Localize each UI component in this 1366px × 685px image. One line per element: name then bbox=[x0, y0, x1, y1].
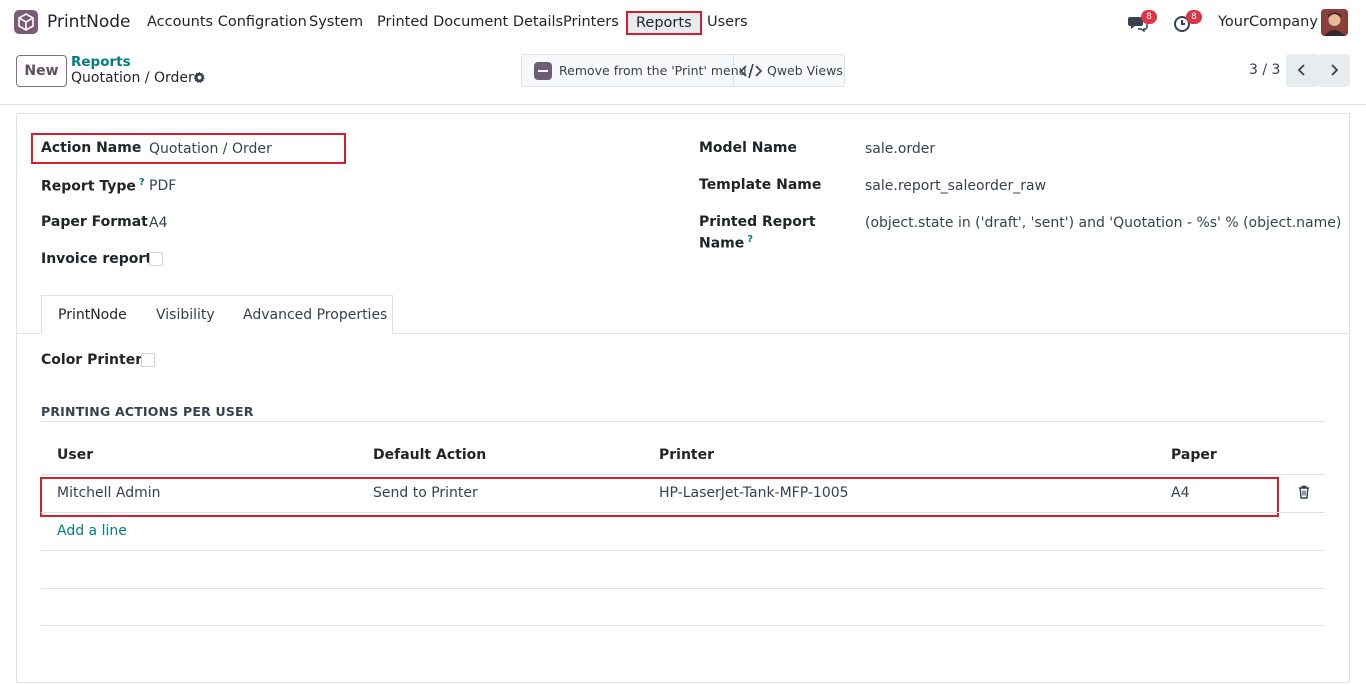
qweb-views-button[interactable]: Qweb Views bbox=[740, 55, 843, 86]
code-icon bbox=[740, 63, 762, 78]
menu-reports[interactable]: Reports bbox=[626, 11, 702, 35]
app-name[interactable]: PrintNode bbox=[47, 12, 130, 32]
menu-printed-document-details[interactable]: Printed Document Details bbox=[377, 14, 563, 30]
printed-report-name-label-text: Name bbox=[699, 235, 745, 252]
new-button[interactable]: New bbox=[16, 55, 67, 87]
model-name-field[interactable]: sale.order bbox=[865, 141, 935, 157]
control-panel-separator bbox=[0, 104, 1366, 105]
paper-format-label: Paper Format bbox=[41, 214, 148, 230]
row-default-action-cell[interactable]: Send to Printer bbox=[373, 485, 478, 501]
minus-square-icon bbox=[534, 61, 552, 80]
chevron-left-icon bbox=[1297, 64, 1305, 76]
invoice-report-label: Invoice report bbox=[41, 251, 153, 267]
breadcrumb-reports-link[interactable]: Reports bbox=[71, 54, 131, 70]
button-divider bbox=[733, 55, 734, 86]
column-header-default-action[interactable]: Default Action bbox=[373, 447, 486, 463]
chevron-right-icon bbox=[1331, 64, 1339, 76]
printed-report-name-label-line2: Name? bbox=[699, 234, 753, 252]
paper-format-field[interactable]: A4 bbox=[149, 215, 167, 231]
company-switcher[interactable]: YourCompany bbox=[1218, 14, 1318, 30]
activities-count-badge: 8 bbox=[1186, 10, 1202, 24]
messages-count-badge: 8 bbox=[1141, 10, 1157, 24]
printed-report-name-field[interactable]: (object.state in ('draft', 'sent') and '… bbox=[865, 215, 1341, 231]
section-separator bbox=[41, 421, 1325, 422]
color-printer-label: Color Printer bbox=[41, 352, 143, 368]
model-name-label: Model Name bbox=[699, 140, 797, 156]
empty-row-separator bbox=[41, 550, 1325, 551]
tab-printnode[interactable]: PrintNode bbox=[41, 295, 141, 334]
column-header-user[interactable]: User bbox=[57, 447, 93, 463]
menu-system[interactable]: System bbox=[309, 14, 363, 30]
invoice-report-checkbox[interactable] bbox=[149, 252, 163, 266]
top-navbar: PrintNode Accounts Configration System P… bbox=[0, 0, 1366, 46]
row-separator bbox=[41, 512, 1325, 513]
menu-printers[interactable]: Printers bbox=[563, 14, 619, 30]
messages-button[interactable]: 8 bbox=[1128, 10, 1157, 36]
color-printer-checkbox[interactable] bbox=[141, 353, 155, 367]
action-button-group: Remove from the 'Print' menu Qweb Views bbox=[521, 54, 845, 87]
table-bottom-border bbox=[41, 625, 1325, 626]
pager-value[interactable]: 3 / 3 bbox=[1249, 62, 1280, 78]
tab-visibility[interactable]: Visibility bbox=[140, 295, 228, 334]
printed-report-name-label-line1: Printed Report bbox=[699, 214, 816, 230]
user-avatar[interactable] bbox=[1321, 9, 1348, 36]
report-type-label: Report Type? bbox=[41, 177, 145, 195]
remove-from-print-menu-button[interactable]: Remove from the 'Print' menu bbox=[534, 55, 747, 86]
form-sheet bbox=[16, 113, 1350, 683]
trash-icon[interactable] bbox=[1298, 485, 1310, 503]
remove-from-print-menu-label: Remove from the 'Print' menu bbox=[559, 63, 747, 78]
table-header-separator bbox=[41, 474, 1325, 475]
menu-accounts-configration[interactable]: Accounts Configration bbox=[147, 14, 307, 30]
menu-users[interactable]: Users bbox=[707, 14, 748, 30]
gear-icon[interactable] bbox=[193, 71, 206, 88]
empty-row-separator bbox=[41, 588, 1325, 589]
column-header-printer[interactable]: Printer bbox=[659, 447, 714, 463]
breadcrumb-current-record: Quotation / Order bbox=[71, 70, 194, 86]
action-name-label: Action Name bbox=[41, 140, 142, 156]
activities-button[interactable]: 8 bbox=[1173, 10, 1202, 36]
printing-actions-section-title: PRINTING ACTIONS PER USER bbox=[41, 404, 254, 419]
report-type-label-text: Report Type bbox=[41, 178, 136, 195]
pager-next-button[interactable] bbox=[1318, 54, 1350, 87]
action-name-field[interactable]: Quotation / Order bbox=[149, 141, 272, 157]
row-paper-cell[interactable]: A4 bbox=[1171, 485, 1189, 501]
printnode-logo-icon[interactable] bbox=[14, 10, 38, 34]
column-header-paper[interactable]: Paper bbox=[1171, 447, 1217, 463]
pager-previous-button[interactable] bbox=[1286, 54, 1318, 87]
help-icon[interactable]: ? bbox=[139, 177, 145, 188]
row-printer-cell[interactable]: HP-LaserJet-Tank-MFP-1005 bbox=[659, 485, 849, 501]
tab-advanced-properties[interactable]: Advanced Properties bbox=[227, 295, 393, 334]
report-type-field[interactable]: PDF bbox=[149, 178, 176, 194]
row-user-cell[interactable]: Mitchell Admin bbox=[57, 485, 161, 501]
add-a-line-link[interactable]: Add a line bbox=[57, 523, 127, 539]
qweb-views-label: Qweb Views bbox=[767, 63, 843, 78]
help-icon[interactable]: ? bbox=[747, 234, 753, 245]
template-name-field[interactable]: sale.report_saleorder_raw bbox=[865, 178, 1046, 194]
template-name-label: Template Name bbox=[699, 177, 822, 193]
